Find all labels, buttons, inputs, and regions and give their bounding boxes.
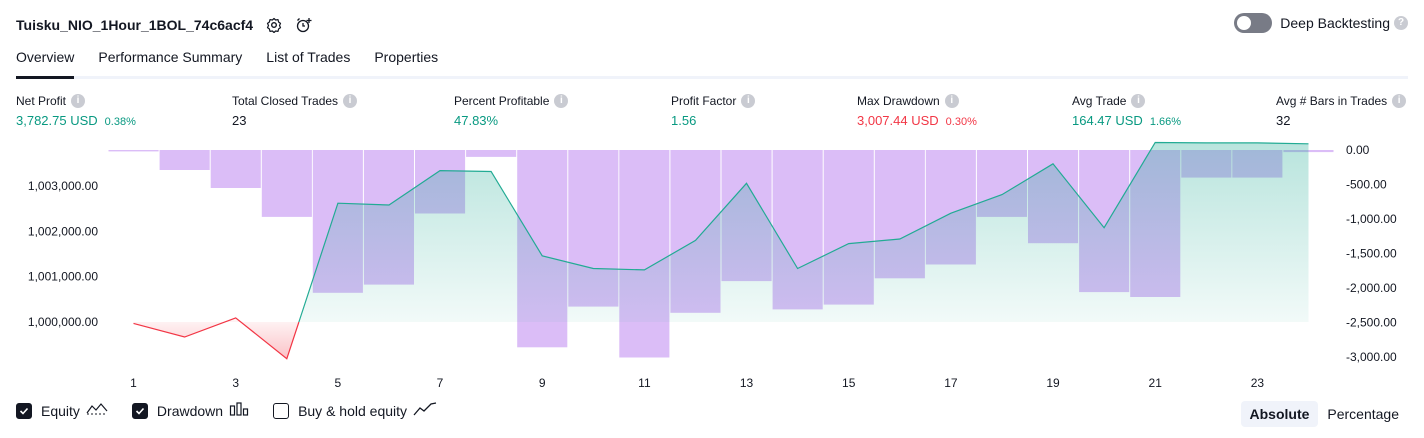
metric-avg-trade: Avg Trade i 164.47 USD 1.66%: [1072, 92, 1181, 128]
equity-loss-area: [133, 317, 299, 359]
bars-icon: [229, 402, 249, 419]
metric-label: Avg # Bars in Trades: [1276, 94, 1388, 108]
mode-absolute-button[interactable]: Absolute: [1240, 401, 1319, 427]
info-icon[interactable]: i: [71, 94, 86, 108]
deep-backtesting-toggle[interactable]: [1234, 13, 1273, 33]
metric-value: 164.47 USD: [1072, 113, 1143, 128]
legend-drawdown[interactable]: Drawdown: [131, 402, 249, 419]
tab-bar: Overview Performance Summary List of Tra…: [16, 46, 1408, 79]
legend-label: Equity: [41, 402, 80, 419]
info-icon[interactable]: i: [1392, 94, 1407, 108]
legend-buy-hold-equity[interactable]: Buy & hold equity: [273, 402, 437, 419]
metric-percent: 0.30%: [945, 116, 977, 128]
y-right-tick-label: -500.00: [1346, 178, 1387, 192]
metric-max-drawdown: Max Drawdown i 3,007.44 USD 0.30%: [857, 92, 977, 128]
strategy-header: Tuisku_NIO_1Hour_1BOL_74c6acf4: [16, 14, 313, 36]
x-tick-label: 7: [437, 376, 444, 390]
drawdown-bar: [159, 150, 210, 170]
y-left-tick-label: 1,001,000.00: [28, 270, 98, 284]
y-left-tick-label: 1,002,000.00: [28, 224, 98, 238]
add-alert-icon[interactable]: [295, 16, 313, 34]
x-tick-label: 9: [539, 376, 546, 390]
x-tick-label: 3: [232, 376, 239, 390]
y-left-tick-label: 1,003,000.00: [28, 179, 98, 193]
toggle-knob: [1237, 16, 1252, 30]
metric-value: 1.56: [671, 113, 697, 128]
legend-label: Drawdown: [156, 402, 224, 419]
line-chart-icon: [413, 402, 437, 419]
info-icon[interactable]: i: [741, 94, 756, 108]
metric-value: 23: [232, 113, 247, 128]
metric-percent: 1.66%: [1149, 116, 1182, 128]
tab-properties[interactable]: Properties: [374, 46, 438, 76]
metric-percent: 0.38%: [104, 116, 136, 128]
x-tick-label: 23: [1251, 376, 1265, 390]
metric-total-closed-trades: Total Closed Trades i 23: [232, 92, 358, 128]
mode-percentage-button[interactable]: Percentage: [1318, 401, 1408, 427]
x-tick-label: 19: [1046, 376, 1060, 390]
chart-legend: Equity Drawdown Buy & hold equity: [16, 402, 461, 419]
metric-label: Total Closed Trades: [232, 94, 339, 108]
deep-backtesting: Deep Backtesting ?: [1234, 13, 1408, 33]
metric-profit-factor: Profit Factor i 1.56: [671, 92, 756, 128]
strategy-title: Tuisku_NIO_1Hour_1BOL_74c6acf4: [16, 17, 254, 33]
drawdown-bar: [210, 150, 261, 188]
metric-label: Avg Trade: [1072, 94, 1127, 108]
x-tick-label: 17: [944, 376, 958, 390]
x-tick-label: 5: [335, 376, 342, 390]
metric-percent-profitable: Percent Profitable i 47.83%: [454, 92, 569, 128]
info-icon[interactable]: i: [343, 94, 358, 108]
equity-line-icon: [86, 402, 108, 419]
x-tick-label: 13: [740, 376, 754, 390]
info-icon[interactable]: i: [554, 94, 569, 108]
drawdown-bar: [261, 150, 312, 217]
x-tick-label: 21: [1149, 376, 1163, 390]
metric-label: Net Profit: [16, 94, 67, 108]
metric-value: 3,007.44 USD: [857, 113, 939, 128]
y-left-tick-label: 1,000,000.00: [28, 315, 98, 329]
settings-icon[interactable]: [265, 16, 283, 34]
legend-label: Buy & hold equity: [298, 402, 408, 419]
x-tick-label: 1: [130, 376, 137, 390]
drawdown-bar: [619, 150, 670, 358]
metric-value: 32: [1276, 113, 1291, 128]
info-icon[interactable]: i: [944, 94, 959, 108]
drawdown-checkbox[interactable]: [131, 402, 148, 419]
buy-hold-checkbox[interactable]: [273, 402, 290, 419]
x-tick-label: 15: [842, 376, 856, 390]
y-right-tick-label: 0.00: [1346, 143, 1370, 157]
y-right-tick-label: -1,500.00: [1346, 247, 1397, 261]
equity-drawdown-chart: 1,000,000.00 1,001,000.00 1,002,000.00 1,00…: [28, 141, 1397, 390]
deep-backtesting-label: Deep Backtesting: [1280, 15, 1390, 31]
y-right-tick-label: -2,000.00: [1346, 281, 1397, 295]
y-right-tick-label: -3,000.00: [1346, 350, 1397, 364]
legend-equity[interactable]: Equity: [16, 402, 108, 419]
metric-label: Percent Profitable: [454, 94, 550, 108]
tab-overview[interactable]: Overview: [16, 46, 75, 79]
x-tick-label: 11: [638, 376, 651, 390]
y-right-tick-label: -2,500.00: [1346, 316, 1397, 330]
metrics-row: Net Profit i 3,782.75 USD 0.38% Total Clos…: [0, 92, 1424, 132]
metric-avg-bars-in-trades: Avg # Bars in Trades i 32: [1276, 92, 1407, 128]
metric-label: Max Drawdown: [857, 94, 940, 108]
metric-value: 47.83%: [454, 113, 499, 128]
tab-list-of-trades[interactable]: List of Trades: [266, 46, 350, 76]
drawdown-bar: [108, 150, 159, 152]
help-icon[interactable]: ?: [1394, 16, 1408, 30]
tab-performance-summary[interactable]: Performance Summary: [98, 46, 242, 76]
metric-net-profit: Net Profit i 3,782.75 USD 0.38%: [16, 92, 136, 128]
y-right-tick-label: -1,000.00: [1346, 212, 1397, 226]
drawdown-bar: [466, 150, 517, 157]
info-icon[interactable]: i: [1131, 94, 1146, 108]
value-mode-switch: Absolute Percentage: [1240, 401, 1409, 427]
equity-checkbox[interactable]: [16, 402, 32, 419]
metric-label: Profit Factor: [671, 94, 737, 108]
metric-value: 3,782.75 USD: [16, 113, 98, 128]
